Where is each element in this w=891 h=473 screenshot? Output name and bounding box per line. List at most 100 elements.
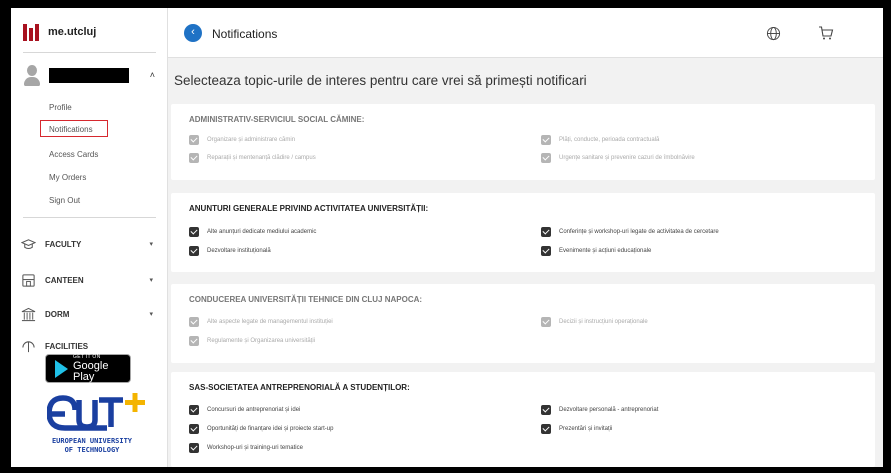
eut-logo-block[interactable]: EUROPEAN UNIVERSITY OF TECHNOLOGY: [29, 390, 157, 460]
topic-checkbox-item[interactable]: Conferințe și workshop-uri legate de act…: [541, 227, 719, 237]
chevron-up-icon: ˄: [149, 70, 155, 80]
topic-label: Conferințe și workshop-uri legate de act…: [559, 229, 719, 235]
canteen-icon: [22, 273, 35, 287]
topic-label: Dezvoltare instituțională: [207, 248, 271, 254]
checkbox-checked-icon[interactable]: [189, 405, 199, 415]
eut-text-line1: EUROPEAN UNIVERSITY: [51, 437, 133, 445]
top-header: ‹ Notifications: [168, 8, 883, 58]
google-play-small-text: GET IT ON: [73, 353, 101, 360]
topic-label: Oportunități de finanțare idei și proiec…: [207, 426, 334, 432]
chevron-down-icon: ▾: [149, 241, 153, 248]
topic-checkbox-item[interactable]: Alte anunțuri dedicate mediului academic: [189, 227, 316, 237]
topic-label: Regulamente și Organizarea universității: [207, 338, 316, 344]
section-label: FACULTY: [45, 239, 82, 249]
chevron-down-icon: ▾: [149, 311, 153, 318]
page-title: Notifications: [212, 27, 278, 41]
topic-checkbox-item[interactable]: Reparații și mentenanță clădire / campus: [189, 153, 316, 163]
chevron-down-icon: ▾: [149, 277, 153, 284]
checkbox-checked-icon[interactable]: [541, 227, 551, 237]
topic-label: Evenimente și acțiuni educaționale: [559, 248, 652, 254]
graduation-cap-icon: [21, 238, 36, 249]
topic-label: Plăți, conducte, perioada contractuală: [559, 137, 660, 143]
checkbox-checked-icon[interactable]: [541, 135, 551, 145]
topic-card-conducerea: CONDUCEREA UNIVERSITĂȚII TEHNICE DIN CLU…: [171, 284, 875, 363]
menu-link-profile[interactable]: Profile: [49, 103, 72, 112]
topic-checkbox-item[interactable]: Workshop-uri și training-uri tematice: [189, 443, 303, 453]
topic-card-anunturi: ANUNTURI GENERALE PRIVIND ACTIVITATEA UN…: [171, 193, 875, 272]
topic-checkbox-item[interactable]: Organizare și administrare cămin: [189, 135, 295, 145]
brand[interactable]: me.utcluj: [23, 22, 96, 42]
checkbox-checked-icon[interactable]: [541, 153, 551, 163]
checkbox-checked-icon[interactable]: [189, 135, 199, 145]
topic-checkbox-item[interactable]: Evenimente și acțiuni educaționale: [541, 246, 651, 256]
section-label: FACILITIES: [45, 341, 89, 351]
checkbox-checked-icon[interactable]: [189, 424, 199, 434]
sidebar-section-dorm[interactable]: DORM ▾: [21, 304, 157, 324]
section-label: DORM: [45, 309, 70, 319]
utcluj-logo-icon: [23, 23, 39, 41]
google-play-icon: [55, 359, 68, 378]
divider: [23, 52, 156, 53]
google-play-badge[interactable]: GET IT ON Google Play: [45, 354, 131, 383]
brand-name: me.utcluj: [48, 26, 97, 38]
sidebar-section-faculty[interactable]: FACULTY ▾: [21, 234, 157, 254]
topic-label: Decizii și instrucțiuni operaționale: [559, 319, 648, 325]
menu-link-access-cards[interactable]: Access Cards: [49, 150, 98, 159]
cart-icon[interactable]: [818, 25, 834, 41]
google-play-big-text: Google Play: [73, 359, 109, 383]
eut-text-line2: OF TECHNOLOGY: [64, 446, 120, 454]
topic-checkbox-item[interactable]: Dezvoltare instituțională: [189, 246, 271, 256]
topic-label: Concursuri de antreprenoriat și idei: [207, 407, 301, 413]
globe-icon[interactable]: [766, 26, 781, 41]
topic-checkbox-item[interactable]: Concursuri de antreprenoriat și idei: [189, 405, 300, 415]
checkbox-checked-icon[interactable]: [189, 443, 199, 453]
topic-label: Workshop-uri și training-uri tematice: [207, 445, 303, 451]
checkbox-checked-icon[interactable]: [189, 246, 199, 256]
card-title: SAS-SOCIETATEA ANTREPRENORIALĂ A STUDENȚ…: [189, 383, 410, 392]
checkbox-checked-icon[interactable]: [541, 246, 551, 256]
menu-link-my-orders[interactable]: My Orders: [49, 173, 86, 182]
topic-checkbox-item[interactable]: Urgențe sanitare și prevenire cazuri de …: [541, 153, 695, 163]
topic-card-sas: SAS-SOCIETATEA ANTREPRENORIALĂ A STUDENȚ…: [171, 372, 875, 467]
checkbox-checked-icon[interactable]: [541, 424, 551, 434]
topic-checkbox-item[interactable]: Alte aspecte legate de managementul inst…: [189, 317, 333, 327]
topic-label: Reparații și mentenanță clădire / campus: [207, 155, 316, 161]
topic-label: Alte anunțuri dedicate mediului academic: [207, 229, 317, 235]
checkbox-checked-icon[interactable]: [189, 317, 199, 327]
topic-label: Organizare și administrare cămin: [207, 137, 296, 143]
topic-checkbox-item[interactable]: Decizii și instrucțiuni operaționale: [541, 317, 648, 327]
chevron-left-icon: ‹: [191, 26, 195, 38]
topic-checkbox-item[interactable]: Prezentări și invitații: [541, 424, 612, 434]
menu-link-sign-out[interactable]: Sign Out: [49, 196, 80, 205]
divider: [23, 217, 156, 218]
topic-card-administrativ: ADMINISTRATIV-SERVICIUL SOCIAL CĂMINE: O…: [171, 104, 875, 180]
sidebar: me.utcluj ˄ Profile Notifications Access…: [11, 8, 168, 467]
topic-checkbox-item[interactable]: Oportunități de finanțare idei și proiec…: [189, 424, 333, 434]
checkbox-checked-icon[interactable]: [189, 336, 199, 346]
topic-label: Prezentări și invitații: [559, 426, 613, 432]
topic-checkbox-item[interactable]: Plăți, conducte, perioada contractuală: [541, 135, 659, 145]
sidebar-section-facilities[interactable]: FACILITIES: [21, 336, 157, 356]
topic-checkbox-item[interactable]: Dezvoltare personală - antreprenoriat: [541, 405, 658, 415]
checkbox-checked-icon[interactable]: [541, 405, 551, 415]
section-label: CANTEEN: [45, 275, 84, 285]
topic-checkbox-item[interactable]: Regulamente și Organizarea universității: [189, 336, 315, 346]
card-title: ANUNTURI GENERALE PRIVIND ACTIVITATEA UN…: [189, 204, 429, 213]
app-window: me.utcluj ˄ Profile Notifications Access…: [11, 8, 883, 467]
card-title: CONDUCEREA UNIVERSITĂȚII TEHNICE DIN CLU…: [189, 295, 423, 304]
topic-label: Urgențe sanitare și prevenire cazuri de …: [559, 155, 695, 161]
back-button[interactable]: ‹: [184, 24, 202, 42]
menu-link-notifications[interactable]: Notifications: [40, 120, 108, 137]
sidebar-section-canteen[interactable]: CANTEEN ▾: [21, 270, 157, 290]
checkbox-checked-icon[interactable]: [541, 317, 551, 327]
user-name-redacted: [49, 67, 129, 83]
eut-logo-icon: [47, 393, 145, 431]
building-icon: [21, 307, 36, 321]
topic-label: Alte aspecte legate de managementul inst…: [207, 319, 333, 325]
avatar-icon: [23, 64, 41, 86]
checkbox-checked-icon[interactable]: [189, 153, 199, 163]
main-heading: Selecteaza topic-urile de interes pentru…: [174, 73, 587, 88]
card-title: ADMINISTRATIV-SERVICIUL SOCIAL CĂMINE:: [189, 115, 365, 124]
checkbox-checked-icon[interactable]: [189, 227, 199, 237]
user-menu[interactable]: ˄: [23, 62, 157, 88]
